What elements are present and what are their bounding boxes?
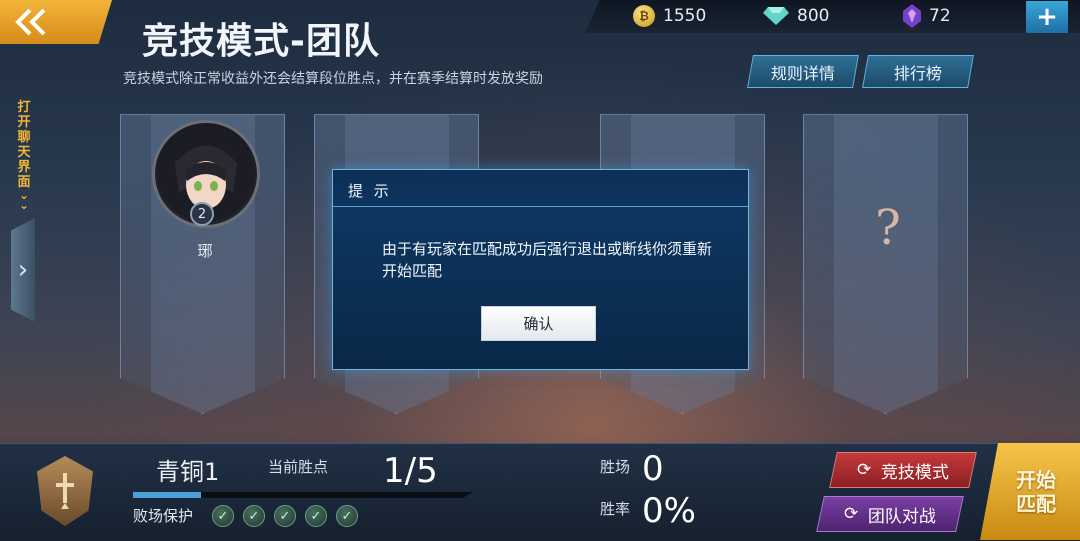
refresh-icon: ⟳ bbox=[843, 504, 859, 524]
open-chat-text: 打开聊天界面 bbox=[17, 100, 31, 190]
protection-check-icon: ✓ bbox=[305, 505, 327, 527]
chevron-right-icon: › bbox=[17, 255, 29, 285]
rules-button-label: 规则详情 bbox=[770, 63, 835, 83]
dialog-title-bar bbox=[333, 170, 748, 207]
double-chevron-left-icon bbox=[15, 8, 46, 36]
protection-check-icon: ✓ bbox=[212, 505, 234, 527]
wins-value: 0 bbox=[642, 449, 664, 489]
protection-check-icon: ✓ bbox=[336, 505, 358, 527]
chat-expand-tab[interactable]: › bbox=[11, 218, 35, 322]
diamond-currency: 800 bbox=[763, 5, 829, 27]
team-battle-button[interactable]: ⟳ 团队对战 bbox=[816, 496, 964, 532]
gold-amount: 1550 bbox=[663, 6, 707, 26]
start-matching-label: 开始匹配 bbox=[1016, 467, 1056, 516]
loss-protection-label: 败场保护 bbox=[133, 507, 194, 525]
team-slot-4[interactable] bbox=[803, 114, 968, 414]
empty-slot-question-mark: ? bbox=[875, 200, 901, 256]
ranked-mode-button[interactable]: ⟳ 竞技模式 bbox=[829, 452, 977, 488]
current-points-label: 当前胜点 bbox=[268, 458, 329, 476]
protection-check-icon: ✓ bbox=[274, 505, 296, 527]
open-chat-label[interactable]: 打开聊天界面 ⌄ ⌄ bbox=[14, 100, 34, 212]
team-battle-label: 团队对战 bbox=[868, 506, 937, 527]
sword-emblem-icon bbox=[56, 473, 74, 509]
crystal-currency: 72 bbox=[903, 4, 951, 28]
current-points-value: 1/5 bbox=[383, 451, 438, 491]
page-subtitle: 竞技模式除正常收益外还会结算段位胜点，并在赛季结算时发放奖励 bbox=[123, 71, 543, 87]
dialog-message: 由于有玩家在匹配成功后强行退出或断线你须重新开始匹配 bbox=[382, 240, 713, 280]
ranked-mode-label: 竞技模式 bbox=[881, 462, 950, 483]
winrate-label: 胜率 bbox=[600, 500, 631, 518]
rank-name: 青铜1 bbox=[156, 458, 220, 486]
refresh-icon: ⟳ bbox=[856, 460, 872, 480]
rules-button[interactable]: 规则详情 bbox=[747, 55, 859, 88]
page-title: 竞技模式-团队 bbox=[142, 21, 380, 62]
add-currency-button[interactable]: + bbox=[1026, 1, 1068, 33]
leaderboard-button-label: 排行榜 bbox=[893, 63, 942, 83]
points-progress-fill bbox=[133, 492, 201, 498]
double-chevron-down-icon: ⌄ ⌄ bbox=[18, 188, 30, 212]
leaderboard-button[interactable]: 排行榜 bbox=[862, 55, 974, 88]
diamond-amount: 800 bbox=[797, 6, 830, 26]
back-button[interactable] bbox=[0, 0, 112, 44]
player-level-badge: 2 bbox=[190, 202, 214, 226]
gold-currency: ₿ 1550 bbox=[633, 5, 706, 27]
plus-icon: + bbox=[1036, 2, 1058, 32]
confirm-button[interactable]: 确认 bbox=[481, 306, 596, 341]
winrate-value: 0% bbox=[642, 491, 696, 531]
crystal-amount: 72 bbox=[929, 6, 951, 26]
protection-check-icon: ✓ bbox=[243, 505, 265, 527]
dialog-title: 提 示 bbox=[348, 182, 392, 200]
gold-coin-icon: ₿ bbox=[633, 5, 655, 27]
purple-crystal-icon bbox=[903, 4, 921, 28]
player-name: 琊 bbox=[197, 242, 213, 260]
diamond-icon bbox=[763, 7, 789, 25]
wins-label: 胜场 bbox=[600, 458, 631, 476]
